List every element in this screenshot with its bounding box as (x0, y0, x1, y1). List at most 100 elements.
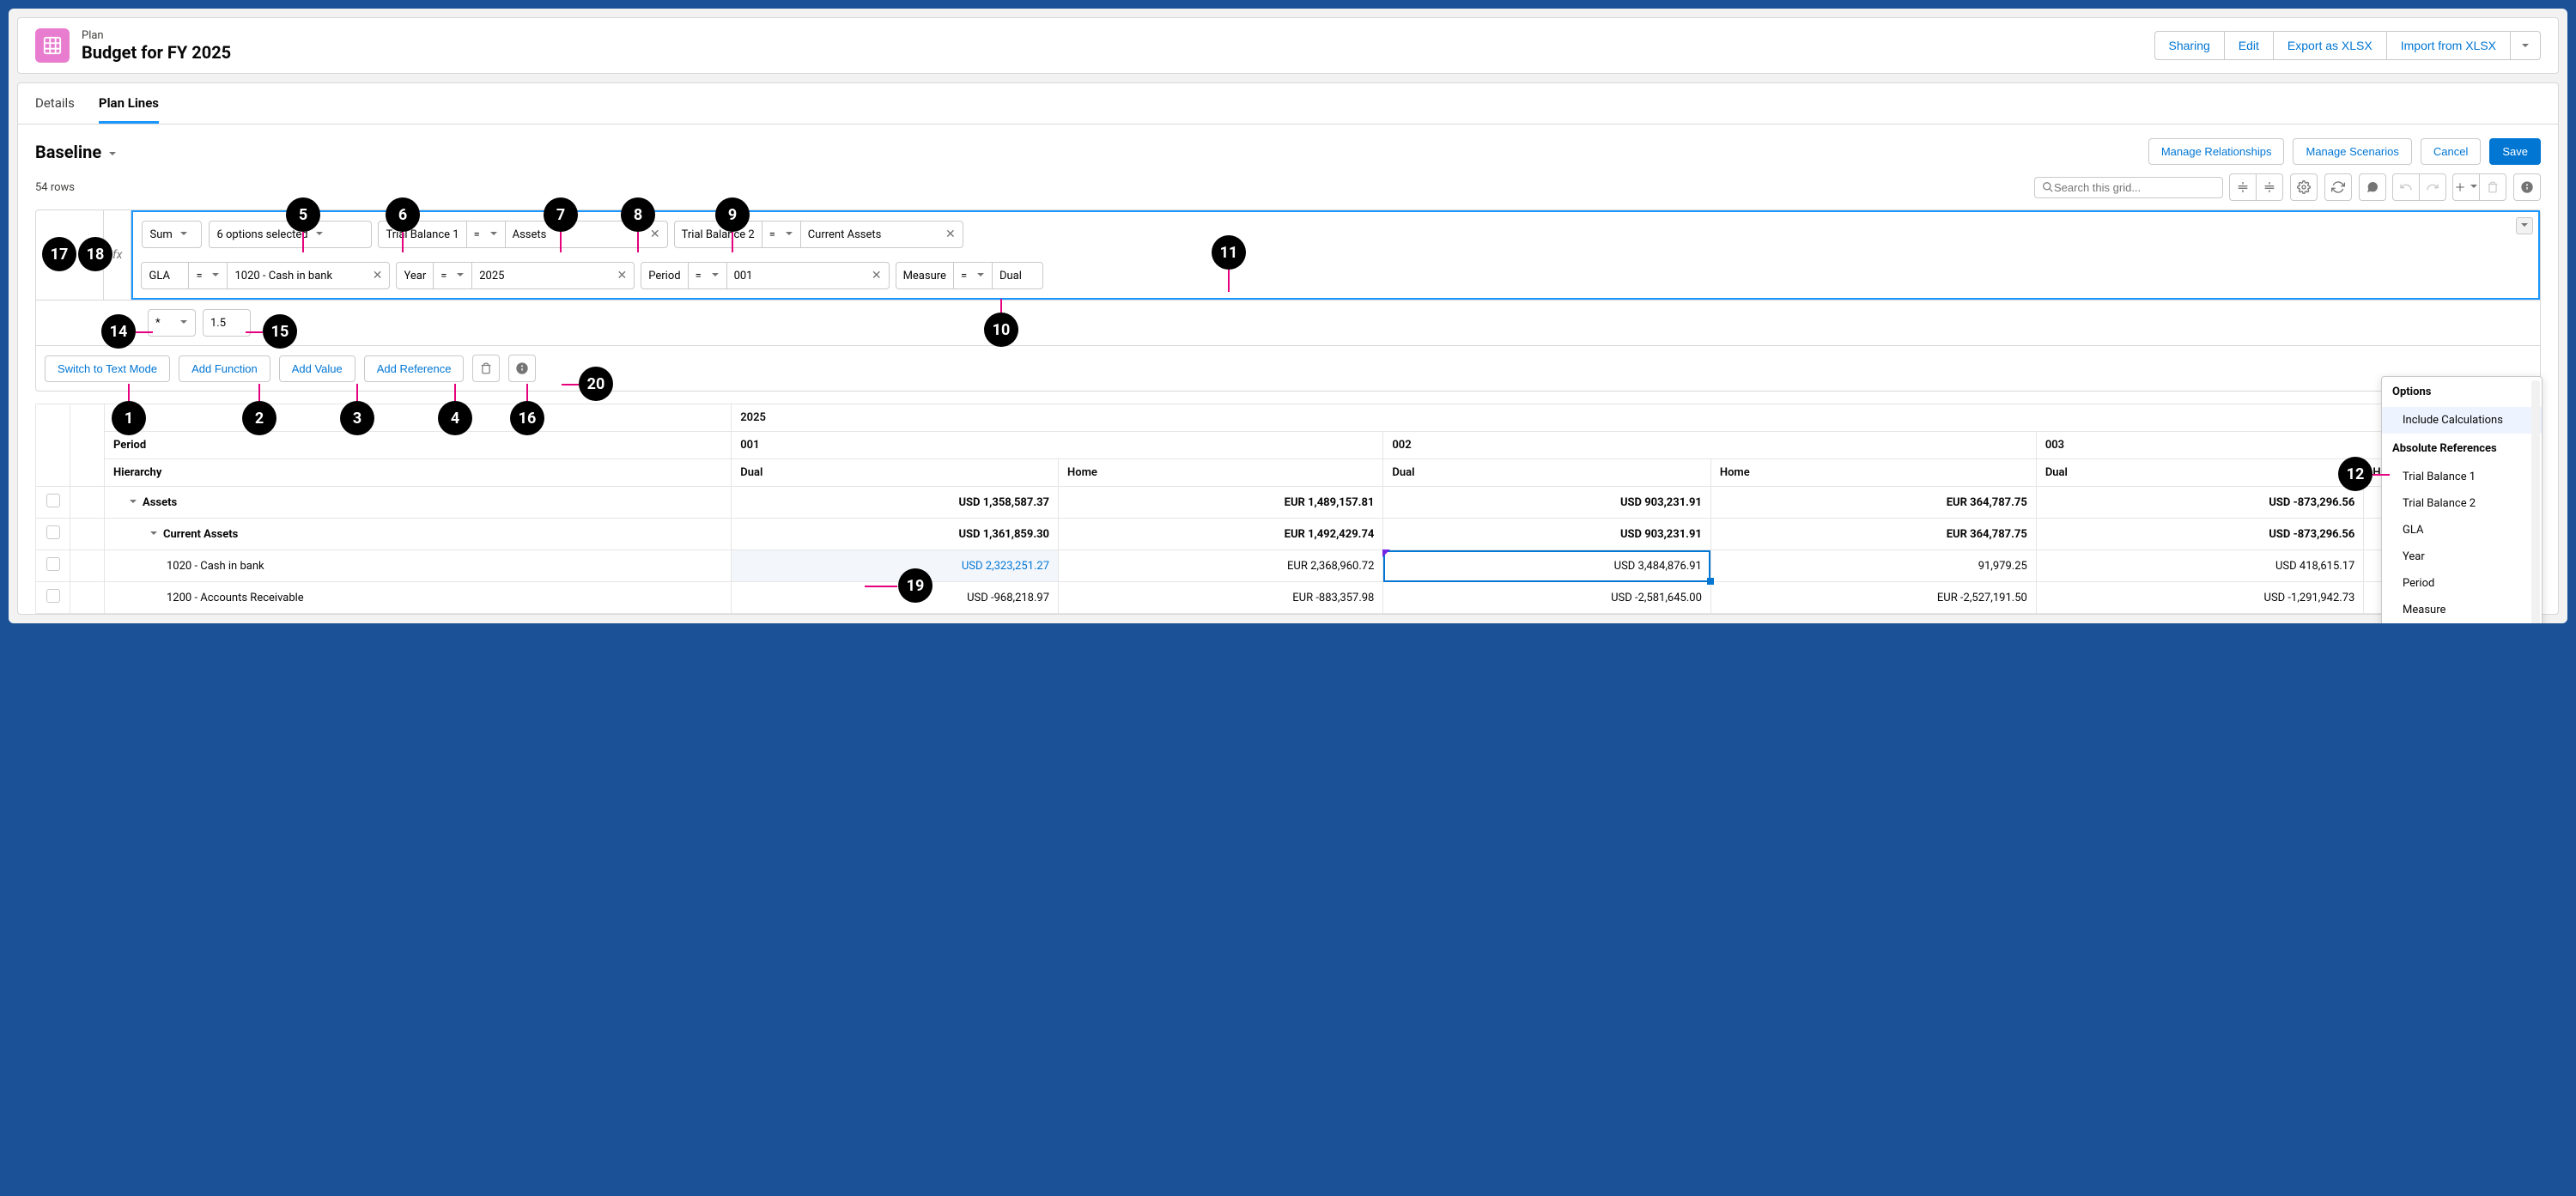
formula-info-button[interactable] (508, 355, 536, 382)
collapse-all-button[interactable] (2229, 173, 2257, 201)
import-xlsx-button[interactable]: Import from XLSX (2386, 31, 2511, 60)
editing-cell[interactable]: USD 2,323,251.27 (732, 550, 1059, 582)
delete-rows-button[interactable] (2479, 173, 2506, 201)
switch-text-mode-button[interactable]: Switch to Text Mode (45, 355, 170, 382)
row-hierarchy[interactable]: 1200 - Accounts Receivable (105, 582, 732, 614)
filter-measure: Measure = Dual (896, 262, 1043, 289)
callout-7: 7 (544, 197, 578, 232)
operand-value[interactable]: 1.5 (203, 309, 251, 337)
add-reference-button[interactable]: Add Reference (364, 355, 465, 382)
filter-tb1-op[interactable]: = (466, 221, 506, 248)
popover-item-year[interactable]: Year (2382, 543, 2542, 570)
callout-20: 20 (579, 367, 613, 401)
operator-select[interactable]: * (148, 309, 196, 337)
header-actions: Sharing Edit Export as XLSX Import from … (2155, 31, 2541, 60)
popover-item-tb1[interactable]: Trial Balance 1 (2382, 464, 2542, 490)
header-more-button[interactable] (2510, 31, 2541, 60)
scrollbar[interactable] (2531, 380, 2540, 623)
header-home: Home (1059, 459, 1383, 487)
popover-include-calculations[interactable]: Include Calculations (2382, 407, 2542, 434)
close-icon[interactable]: ✕ (617, 269, 628, 282)
undo-icon (2399, 180, 2413, 194)
page-header: Plan Budget for FY 2025 Sharing Edit Exp… (17, 17, 2559, 74)
data-grid: Options Include Calculations Absolute Re… (35, 404, 2541, 614)
filter-gla-label[interactable]: GLA (141, 262, 189, 289)
row-hierarchy[interactable]: Assets (105, 487, 732, 519)
tab-details[interactable]: Details (35, 83, 75, 124)
expand-all-button[interactable] (2256, 173, 2283, 201)
formula-body[interactable]: Sum 6 options selected Trial Balance 1 =… (131, 210, 2540, 300)
tab-plan-lines[interactable]: Plan Lines (99, 83, 159, 124)
info-icon (2520, 180, 2534, 194)
row-checkbox[interactable] (46, 557, 60, 571)
filter-tb2-op[interactable]: = (762, 221, 801, 248)
popover-item-period[interactable]: Period (2382, 570, 2542, 597)
grid-search[interactable] (2034, 177, 2223, 198)
filter-year-op[interactable]: = (433, 262, 472, 289)
filter-tb2-value[interactable]: Current Assets✕ (800, 221, 963, 248)
filter-gla-op[interactable]: = (188, 262, 228, 289)
filter-year-value[interactable]: 2025✕ (471, 262, 635, 289)
save-button[interactable]: Save (2489, 138, 2541, 165)
callout-16: 16 (510, 401, 544, 435)
row-checkbox[interactable] (46, 589, 60, 603)
chevron-down-icon (785, 228, 793, 241)
export-xlsx-button[interactable]: Export as XLSX (2273, 31, 2387, 60)
settings-button[interactable] (2290, 173, 2318, 201)
search-input[interactable] (2054, 181, 2215, 194)
row-checkbox[interactable] (46, 525, 60, 539)
cancel-button[interactable]: Cancel (2421, 138, 2481, 165)
scenario-title[interactable]: Baseline (35, 142, 117, 162)
info-button[interactable] (2513, 173, 2541, 201)
undo-button[interactable] (2392, 173, 2420, 201)
close-icon[interactable]: ✕ (650, 228, 660, 241)
filter-measure-value[interactable]: Dual (992, 262, 1043, 289)
chat-button[interactable] (2359, 173, 2386, 201)
refresh-icon (2331, 180, 2345, 194)
filter-gla-value[interactable]: 1020 - Cash in bank✕ (227, 262, 390, 289)
popover-item-measure[interactable]: Measure (2382, 597, 2542, 623)
add-button[interactable] (2452, 173, 2480, 201)
popover-item-tb2[interactable]: Trial Balance 2 (2382, 490, 2542, 517)
close-icon[interactable]: ✕ (872, 269, 882, 282)
manage-scenarios-button[interactable]: Manage Scenarios (2293, 138, 2411, 165)
filter-gla: GLA = 1020 - Cash in bank✕ (142, 262, 390, 289)
close-icon[interactable]: ✕ (945, 228, 956, 241)
edit-button[interactable]: Edit (2224, 31, 2274, 60)
chevron-down-icon (211, 270, 220, 282)
header-year-value: 2025 (732, 404, 2522, 432)
row-hierarchy[interactable]: Current Assets (105, 519, 732, 550)
chevron-down-icon (976, 270, 985, 282)
header-dual: Dual (1383, 459, 1711, 487)
header-period-002: 002 (1383, 432, 2036, 459)
formula-options-popover: Options Include Calculations Absolute Re… (2381, 376, 2543, 623)
header-dual: Dual (732, 459, 1059, 487)
filter-measure-op[interactable]: = (953, 262, 993, 289)
aggregation-select[interactable]: Sum (142, 221, 202, 248)
filter-measure-label: Measure (896, 262, 954, 289)
row-checkbox[interactable] (46, 494, 60, 507)
page-title: Budget for FY 2025 (82, 42, 231, 63)
filter-period-label: Period (641, 262, 688, 289)
rows-count: 54 rows (35, 181, 75, 194)
callout-19: 19 (898, 568, 933, 603)
popover-item-gla[interactable]: GLA (2382, 517, 2542, 543)
add-function-button[interactable]: Add Function (179, 355, 270, 382)
filter-period-value[interactable]: 001✕ (726, 262, 890, 289)
chevron-down-icon (2470, 181, 2478, 194)
close-icon[interactable]: ✕ (373, 269, 383, 282)
selected-cell[interactable]: USD 3,484,876.91 (1383, 550, 1711, 582)
filter-period-op[interactable]: = (688, 262, 727, 289)
callout-4: 4 (438, 401, 472, 435)
refresh-button[interactable] (2324, 173, 2352, 201)
redo-button[interactable] (2419, 173, 2446, 201)
sharing-button[interactable]: Sharing (2154, 31, 2225, 60)
chevron-down-icon (456, 270, 465, 282)
expand-icon (2263, 180, 2276, 194)
row-hierarchy[interactable]: 1020 - Cash in bank (105, 550, 732, 582)
formula-options-button[interactable] (2516, 217, 2533, 234)
chevron-down-icon (129, 497, 137, 506)
manage-relationships-button[interactable]: Manage Relationships (2148, 138, 2285, 165)
delete-formula-part-button[interactable] (472, 355, 500, 382)
add-value-button[interactable]: Add Value (279, 355, 355, 382)
